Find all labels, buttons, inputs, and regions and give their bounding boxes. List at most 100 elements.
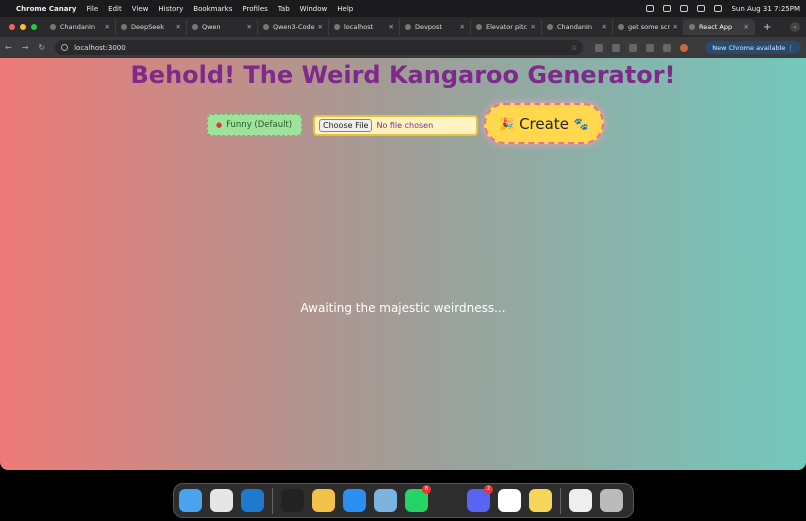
new-tab-button[interactable]: + — [763, 22, 771, 33]
url-text[interactable]: localhost:3000 — [74, 44, 126, 52]
cursor-icon[interactable] — [436, 489, 459, 512]
close-icon[interactable]: ✕ — [460, 23, 465, 31]
forward-icon[interactable]: → — [22, 43, 29, 52]
extension-icons — [595, 43, 689, 52]
notification-badge: 2 — [484, 485, 493, 494]
close-icon[interactable]: ✕ — [673, 23, 678, 31]
sidepanel-icon[interactable] — [663, 43, 672, 52]
chrome-canary-icon[interactable] — [312, 489, 335, 512]
menu-bookmarks[interactable]: Bookmarks — [193, 5, 232, 13]
close-icon[interactable]: ✕ — [318, 23, 323, 31]
favicon-icon — [50, 24, 56, 30]
menu-profiles[interactable]: Profiles — [242, 5, 267, 13]
extension-icon[interactable] — [629, 43, 638, 52]
profile-avatar[interactable] — [680, 43, 689, 52]
menu-window[interactable]: Window — [300, 5, 328, 13]
favicon-icon — [476, 24, 482, 30]
tab-label: Qwen3-Code — [273, 23, 315, 31]
vscode-icon[interactable] — [241, 489, 264, 512]
update-label: New Chrome available — [712, 43, 786, 52]
tab-3[interactable]: Qwen3-Code ✕ — [258, 19, 329, 35]
tab-search-icon[interactable]: ⌄ — [790, 22, 800, 32]
tab-4[interactable]: localhost ✕ — [329, 19, 400, 35]
close-icon[interactable]: ✕ — [247, 23, 252, 31]
tab-label: localhost — [344, 23, 374, 31]
status-icons: Sun Aug 31 7:25PM — [646, 5, 800, 13]
tab-label: ChandanIn — [60, 23, 96, 31]
tab-label: Qwen — [202, 23, 221, 31]
trash-icon[interactable] — [600, 489, 623, 512]
menu-file[interactable]: File — [86, 5, 98, 13]
discord-icon[interactable]: 2 — [467, 485, 493, 512]
terminal-icon[interactable] — [281, 489, 304, 512]
tab-0[interactable]: ChandanIn ✕ — [45, 19, 116, 35]
chrome-icon[interactable] — [498, 489, 521, 512]
site-info-icon[interactable] — [61, 44, 69, 51]
tab-label: DeepSeek — [131, 23, 165, 31]
favicon-icon — [405, 24, 411, 30]
volume-icon[interactable] — [697, 5, 706, 12]
bookmark-star-icon[interactable]: ☆ — [571, 44, 577, 52]
close-icon[interactable]: ✕ — [176, 23, 181, 31]
tab-1[interactable]: DeepSeek ✕ — [116, 19, 187, 35]
wifi-icon[interactable] — [714, 5, 723, 12]
whatsapp-icon[interactable]: 6 — [405, 485, 431, 512]
address-bar[interactable]: localhost:3000 ☆ — [55, 40, 584, 55]
close-icon[interactable]: ✕ — [744, 23, 749, 31]
menu-history[interactable]: History — [158, 5, 183, 13]
preview-icon[interactable] — [374, 489, 397, 512]
finder-icon[interactable] — [179, 489, 202, 512]
favicon-icon — [121, 24, 127, 30]
menu-help[interactable]: Help — [337, 5, 353, 13]
clock[interactable]: Sun Aug 31 7:25PM — [731, 5, 800, 13]
tab-label: ChandanIn — [557, 23, 593, 31]
menu-edit[interactable]: Edit — [108, 5, 122, 13]
minimize-window-button[interactable] — [20, 24, 26, 30]
close-icon[interactable]: ✕ — [105, 23, 110, 31]
macos-menubar: Chrome Canary File Edit View History Boo… — [0, 0, 806, 17]
tab-label: React App — [699, 23, 733, 31]
choose-file-button[interactable]: Choose File — [319, 119, 373, 132]
style-select-value: Funny (Default) — [226, 120, 293, 130]
favicon-icon — [618, 24, 624, 30]
tab-9[interactable]: React App ✕ — [684, 19, 755, 35]
file-status: No file chosen — [376, 121, 434, 130]
menu-view[interactable]: View — [132, 5, 149, 13]
extension-icon[interactable] — [612, 43, 621, 52]
menu-tab[interactable]: Tab — [278, 5, 290, 13]
tab-8[interactable]: get some scr ✕ — [613, 19, 684, 35]
tab-6[interactable]: Elevator pitc ✕ — [471, 19, 542, 35]
update-button[interactable]: New Chrome available ⋮ — [705, 41, 801, 54]
tab-2[interactable]: Qwen ✕ — [187, 19, 258, 35]
reload-icon[interactable]: ↻ — [38, 43, 45, 52]
play-icon[interactable] — [663, 5, 672, 12]
browser-toolbar: ← → ↻ localhost:3000 ☆ New Chrome availa… — [0, 37, 806, 58]
party-popper-icon: 🎉 — [499, 116, 515, 131]
close-icon[interactable]: ✕ — [389, 23, 394, 31]
battery-icon[interactable] — [680, 5, 689, 12]
back-icon[interactable]: ← — [5, 43, 12, 52]
document-icon[interactable] — [569, 489, 592, 512]
tab-label: Elevator pitc — [486, 23, 528, 31]
style-select[interactable]: ● Funny (Default) — [207, 114, 302, 136]
launchpad-icon[interactable] — [210, 489, 233, 512]
file-input[interactable]: Choose File No file chosen — [313, 115, 478, 136]
dock-separator — [560, 487, 561, 514]
tab-5[interactable]: Devpost ✕ — [400, 19, 471, 35]
close-window-button[interactable] — [9, 24, 15, 30]
notes-icon[interactable] — [529, 489, 552, 512]
cloud-icon[interactable] — [646, 5, 655, 12]
create-button[interactable]: 🎉 Create 🐾 — [484, 103, 604, 144]
favicon-icon — [689, 24, 695, 30]
zoom-window-button[interactable] — [31, 24, 37, 30]
app-menu[interactable]: Chrome Canary — [16, 5, 76, 13]
tab-7[interactable]: ChandanIn ✕ — [542, 19, 613, 35]
puzzle-icon[interactable] — [646, 43, 655, 52]
close-icon[interactable]: ✕ — [531, 23, 536, 31]
safari-icon[interactable] — [343, 489, 366, 512]
favicon-icon — [334, 24, 340, 30]
close-icon[interactable]: ✕ — [602, 23, 607, 31]
dock-separator — [272, 487, 273, 514]
extension-icon[interactable] — [595, 43, 604, 52]
tab-label: get some scr — [628, 23, 671, 31]
